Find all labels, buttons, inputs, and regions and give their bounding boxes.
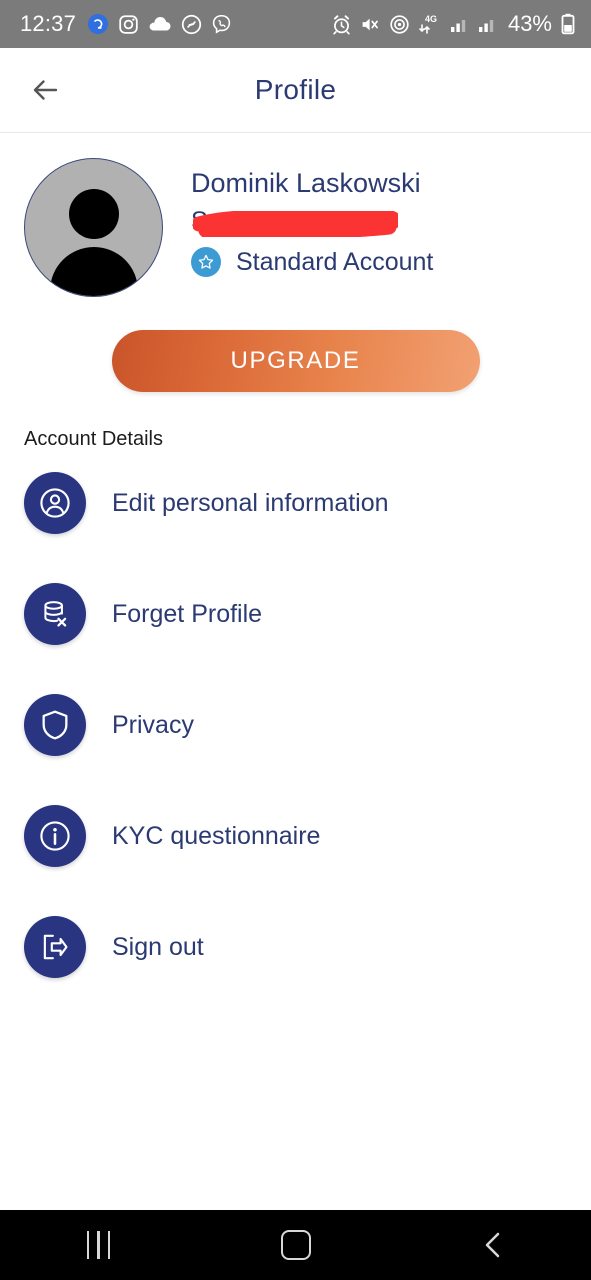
network-4g-icon: 4G	[419, 14, 437, 34]
profile-name: Dominik Laskowski	[191, 168, 421, 198]
star-badge	[191, 247, 221, 277]
list-item-label: KYC questionnaire	[112, 821, 321, 850]
back-button[interactable]	[24, 69, 66, 111]
list-item-edit-personal-information[interactable]: Edit personal information	[0, 471, 591, 535]
status-time: 12:37	[20, 11, 77, 36]
list-item-sign-out[interactable]: Sign out	[0, 915, 591, 979]
shazam-icon	[181, 14, 202, 34]
arrow-left-icon	[33, 80, 58, 100]
cloud-icon	[149, 17, 171, 31]
list-item-label: Sign out	[112, 932, 204, 961]
signal-bars-icon	[450, 20, 466, 32]
svg-text:4G: 4G	[425, 14, 437, 24]
profile-info: Dominik Laskowski S Standard Account	[163, 158, 591, 297]
profile-section: Dominik Laskowski S Standard Account	[0, 133, 591, 297]
alarm-icon	[333, 14, 350, 34]
user-circle-icon	[24, 472, 86, 534]
recents-icon	[86, 1231, 111, 1259]
list-item-kyc-questionnaire[interactable]: KYC questionnaire	[0, 804, 591, 868]
list-item-label: Privacy	[112, 710, 194, 739]
list-item-forget-profile[interactable]: Forget Profile	[0, 582, 591, 646]
shield-icon	[24, 694, 86, 756]
info-icon	[24, 805, 86, 867]
profile-redacted-line: S	[191, 205, 401, 237]
account-type-row: Standard Account	[191, 247, 591, 277]
signal-bars-2-icon	[478, 20, 494, 32]
avatar	[24, 158, 163, 297]
sign-out-icon	[24, 916, 86, 978]
nav-home-button[interactable]	[197, 1210, 394, 1280]
account-details-label: Account Details	[24, 428, 163, 450]
redacted-text: S	[191, 207, 208, 235]
list-item-privacy[interactable]: Privacy	[0, 693, 591, 757]
viber-icon	[212, 14, 231, 34]
blue-badge-icon	[88, 14, 109, 34]
nav-recents-button[interactable]	[0, 1210, 197, 1280]
status-bar-left: 12:37	[20, 11, 232, 37]
battery-percent: 43%	[507, 11, 552, 36]
home-icon	[280, 1230, 311, 1260]
battery-icon	[561, 13, 575, 35]
status-bar-right: 4G 43%	[331, 11, 575, 37]
instagram-icon	[119, 14, 138, 34]
account-type-label: Standard Account	[236, 247, 434, 276]
back-chevron-icon	[485, 1232, 499, 1258]
upgrade-button-wrapper: UPGRADE	[0, 330, 591, 392]
status-bar: 12:37 4G 43%	[0, 0, 591, 48]
account-details-list: Edit personal information Forget Profile…	[0, 471, 591, 979]
redaction-scribble-icon	[193, 211, 398, 237]
nav-back-button[interactable]	[394, 1210, 591, 1280]
list-item-label: Edit personal information	[112, 488, 389, 517]
avatar-head-shape	[68, 189, 119, 239]
app-header: Profile	[0, 48, 591, 133]
hotspot-icon	[390, 14, 409, 34]
mute-vibrate-icon	[362, 18, 378, 30]
system-navigation-bar	[0, 1210, 591, 1280]
avatar-body-shape	[49, 247, 138, 296]
database-remove-icon	[24, 583, 86, 645]
list-item-label: Forget Profile	[112, 599, 263, 628]
upgrade-button[interactable]: UPGRADE	[111, 330, 480, 392]
page-title: Profile	[254, 74, 337, 105]
star-icon	[198, 254, 214, 269]
